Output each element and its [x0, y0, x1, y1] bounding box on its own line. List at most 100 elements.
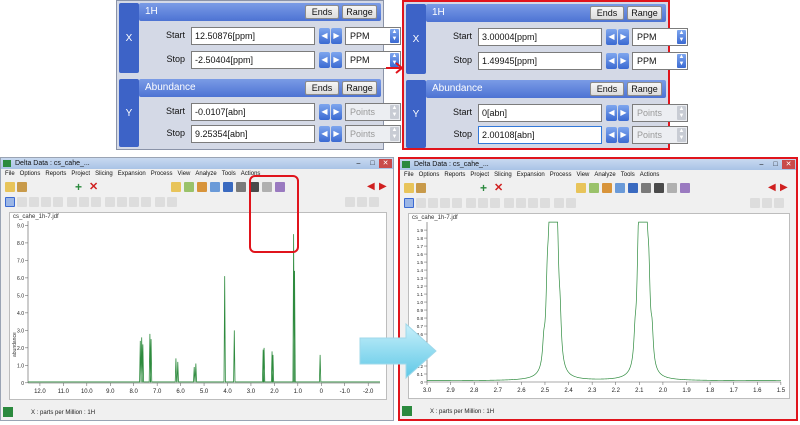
x-stop-increment-icon[interactable]: ▶	[331, 52, 342, 68]
save-icon[interactable]	[223, 182, 233, 192]
zoom-tool-icon[interactable]	[490, 198, 500, 208]
menu-tools[interactable]: Tools	[222, 171, 236, 177]
y-start-increment-icon[interactable]: ▶	[331, 104, 342, 120]
x-range-button[interactable]: Range	[342, 5, 377, 19]
y-start-field[interactable]: -0.0107[abn]	[191, 103, 315, 121]
pen-tool-icon[interactable]	[129, 197, 139, 207]
y-ends-button[interactable]: Ends	[590, 82, 624, 96]
menu-expansion[interactable]: Expansion	[118, 171, 146, 177]
menu-analyze[interactable]: Analyze	[594, 172, 615, 178]
forward-arrow-icon[interactable]: ▶	[379, 182, 389, 192]
menu-view[interactable]: View	[177, 171, 190, 177]
window-icon[interactable]	[641, 183, 651, 193]
menu-process[interactable]: Process	[151, 171, 173, 177]
back-arrow-icon[interactable]: ◀	[367, 182, 377, 192]
menu-actions[interactable]: Actions	[640, 172, 660, 178]
minimize-icon[interactable]: –	[352, 159, 365, 168]
x-start-increment-icon[interactable]: ▶	[618, 29, 629, 45]
x-stop-decrement-icon[interactable]: ◀	[606, 53, 617, 69]
fit-tool-icon[interactable]	[566, 198, 576, 208]
ruler-tool-icon[interactable]	[117, 197, 127, 207]
integral-tool-icon[interactable]	[440, 198, 450, 208]
open-folder-icon[interactable]	[5, 182, 15, 192]
select-tool-icon[interactable]	[404, 198, 414, 208]
layout-icon[interactable]	[369, 197, 379, 207]
save-icon[interactable]	[628, 183, 638, 193]
menu-options[interactable]: Options	[20, 171, 41, 177]
baseline-tool-icon[interactable]	[452, 198, 462, 208]
x-start-decrement-icon[interactable]: ◀	[606, 29, 617, 45]
y-stop-field[interactable]: 9.25354[abn]	[191, 125, 315, 143]
x-ends-button[interactable]: Ends	[590, 6, 624, 20]
menu-reports[interactable]: Reports	[444, 172, 465, 178]
print-icon[interactable]	[197, 182, 207, 192]
menu-file[interactable]: File	[404, 172, 414, 178]
phase-tool-icon[interactable]	[67, 197, 77, 207]
text-tool-icon[interactable]	[105, 197, 115, 207]
forward-arrow-icon[interactable]: ▶	[780, 183, 790, 193]
y-stop-increment-icon[interactable]: ▶	[331, 126, 342, 142]
folder-icon[interactable]	[576, 183, 586, 193]
spectrum-plot[interactable]: cs_cahe_1h-7.jdf 12.0 11.0 10.0 9.0 8.0 7.0 6.…	[9, 212, 387, 400]
window-icon[interactable]	[236, 182, 246, 192]
ruler-tool-icon[interactable]	[516, 198, 526, 208]
pen-tool-icon[interactable]	[528, 198, 538, 208]
x-start-field[interactable]: 12.50876[ppm]	[191, 27, 315, 45]
y-range-button[interactable]: Range	[627, 82, 662, 96]
minimize-icon[interactable]: –	[755, 160, 768, 169]
peak-tool-icon[interactable]	[428, 198, 438, 208]
zoom-tool-icon[interactable]	[91, 197, 101, 207]
grid-tool-icon[interactable]	[554, 198, 564, 208]
tools-icon[interactable]	[654, 183, 664, 193]
print-icon[interactable]	[602, 183, 612, 193]
x-stop-field[interactable]: 1.49945[ppm]	[478, 52, 602, 70]
menu-options[interactable]: Options	[419, 172, 440, 178]
menu-slicing[interactable]: Slicing	[494, 172, 512, 178]
library-icon[interactable]	[416, 183, 426, 193]
integral-tool-icon[interactable]	[41, 197, 51, 207]
menu-file[interactable]: File	[5, 171, 15, 177]
cursor-tool-icon[interactable]	[17, 197, 27, 207]
y-stop-decrement-icon[interactable]: ◀	[606, 127, 617, 143]
x-start-field[interactable]: 3.00004[ppm]	[478, 28, 602, 46]
menu-tools[interactable]: Tools	[621, 172, 635, 178]
phase-tool-icon[interactable]	[466, 198, 476, 208]
library-icon[interactable]	[17, 182, 27, 192]
x-stop-unit-select[interactable]: PPM ▲ ▼	[632, 52, 688, 70]
expand-icon[interactable]	[345, 197, 355, 207]
menu-project[interactable]: Project	[71, 171, 90, 177]
eraser-tool-icon[interactable]	[141, 197, 151, 207]
maximize-icon[interactable]: □	[366, 159, 379, 168]
menu-view[interactable]: View	[576, 172, 589, 178]
open-folder-icon[interactable]	[404, 183, 414, 193]
eraser-tool-icon[interactable]	[540, 198, 550, 208]
cursor-tool-icon[interactable]	[416, 198, 426, 208]
expand-icon[interactable]	[750, 198, 760, 208]
menu-project[interactable]: Project	[470, 172, 489, 178]
text-tool-icon[interactable]	[504, 198, 514, 208]
close-icon[interactable]: ✕	[379, 159, 392, 168]
delete-icon[interactable]: ✕	[89, 182, 99, 193]
data-icon[interactable]	[615, 183, 625, 193]
y-stop-increment-icon[interactable]: ▶	[618, 127, 629, 143]
delete-icon[interactable]: ✕	[494, 183, 504, 194]
menu-reports[interactable]: Reports	[45, 171, 66, 177]
y-range-button[interactable]: Range	[342, 81, 377, 95]
menu-analyze[interactable]: Analyze	[195, 171, 216, 177]
settings-icon[interactable]	[667, 183, 677, 193]
y-start-increment-icon[interactable]: ▶	[618, 105, 629, 121]
add-icon[interactable]: +	[75, 181, 85, 193]
menu-process[interactable]: Process	[550, 172, 572, 178]
data-icon[interactable]	[210, 182, 220, 192]
select-tool-icon[interactable]	[5, 197, 15, 207]
y-start-decrement-icon[interactable]: ◀	[606, 105, 617, 121]
x-stop-increment-icon[interactable]: ▶	[618, 53, 629, 69]
x-stop-field[interactable]: -2.50404[ppm]	[191, 51, 315, 69]
x-range-button[interactable]: Range	[627, 6, 662, 20]
x-start-unit-select[interactable]: PPM ▲ ▼	[345, 27, 401, 45]
folder-icon[interactable]	[171, 182, 181, 192]
maximize-icon[interactable]: □	[769, 160, 782, 169]
y-start-field[interactable]: 0[abn]	[478, 104, 602, 122]
y-ends-button[interactable]: Ends	[305, 81, 339, 95]
layout-icon[interactable]	[774, 198, 784, 208]
